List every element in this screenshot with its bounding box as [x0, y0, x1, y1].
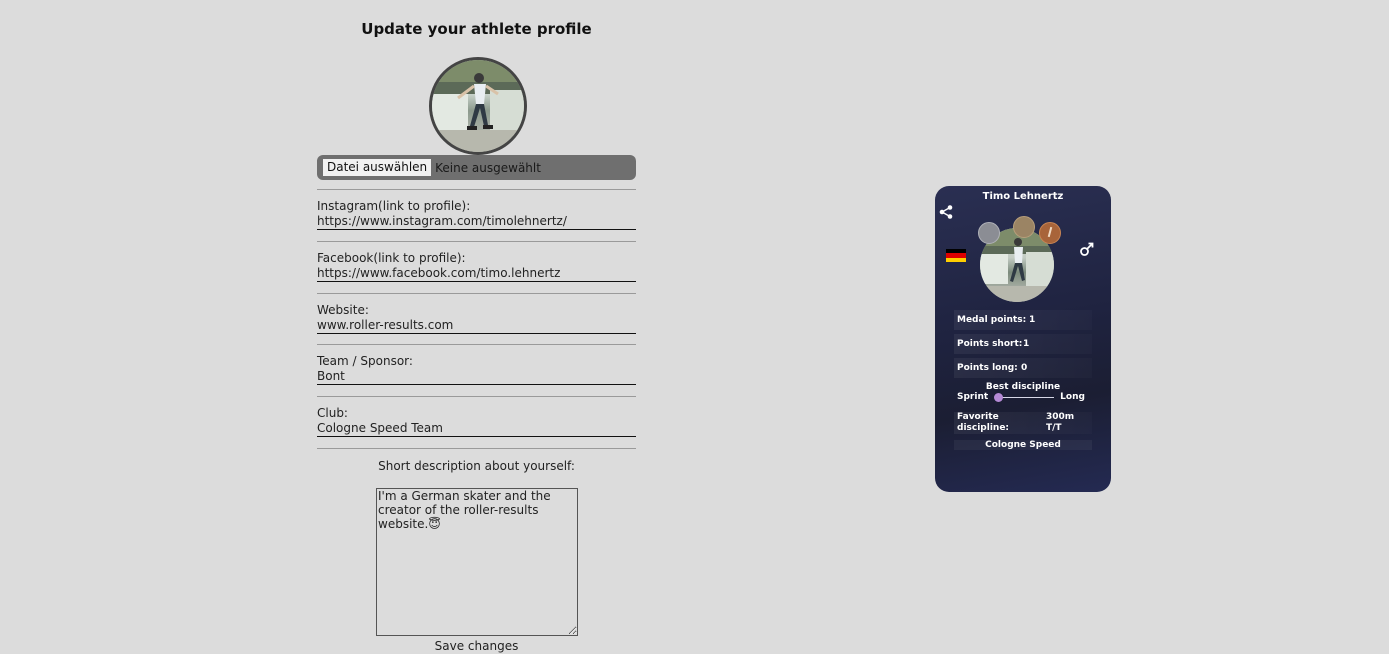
- website-field-group: Website:: [317, 303, 636, 334]
- stat-label: Points long:: [957, 363, 1018, 373]
- slider-thumb: [994, 392, 1004, 402]
- save-changes-button[interactable]: Save changes: [317, 638, 636, 654]
- facebook-field-group: Facebook(link to profile):: [317, 251, 636, 282]
- description-textarea[interactable]: I'm a German skater and the creator of t…: [376, 488, 578, 636]
- sponsor-field-group: Team / Sponsor:: [317, 354, 636, 385]
- favorite-discipline: Favorite discipline: 300m T/T: [954, 412, 1092, 434]
- silver-medal-icon: [978, 222, 1000, 244]
- sponsor-input[interactable]: [317, 368, 636, 385]
- club-input[interactable]: [317, 420, 636, 437]
- slider-track: [994, 392, 1055, 402]
- stat-value: 0: [1021, 363, 1028, 373]
- divider: [317, 293, 636, 294]
- stat-value: 1: [1029, 315, 1036, 325]
- website-label: Website:: [317, 303, 369, 317]
- stat-points-short: Points short: 1: [954, 334, 1092, 354]
- slider-right-label: Long: [1060, 392, 1085, 402]
- skater-photo: [432, 60, 524, 152]
- stat-label: Points short:: [957, 339, 1023, 349]
- gold-medal-icon: [1013, 216, 1035, 238]
- stat-value: 1: [1023, 339, 1030, 349]
- best-discipline-slider: Sprint Long: [954, 392, 1092, 402]
- facebook-input[interactable]: [317, 265, 636, 282]
- athlete-card[interactable]: Timo Lehnertz Medal points: 1 Points sho…: [935, 186, 1111, 492]
- best-discipline-title: Best discipline: [985, 382, 1061, 392]
- club-field-group: Club:: [317, 406, 636, 437]
- favorite-value-line1: 300m: [1046, 412, 1075, 422]
- file-upload: Datei auswählen Keine ausgewählt: [317, 155, 636, 180]
- slider-left-label: Sprint: [957, 392, 989, 402]
- instagram-label: Instagram(link to profile):: [317, 199, 471, 213]
- divider: [317, 396, 636, 397]
- instagram-input[interactable]: [317, 213, 636, 230]
- favorite-label-line1: Favorite: [957, 412, 999, 422]
- favorite-value-line2: T/T: [1046, 423, 1062, 433]
- stat-medal-points: Medal points: 1: [954, 310, 1092, 330]
- club-label: Club:: [317, 406, 348, 420]
- athlete-name: Timo Lehnertz: [982, 191, 1064, 202]
- page-title: Update your athlete profile: [361, 20, 592, 38]
- choose-file-button[interactable]: Datei auswählen: [323, 159, 432, 176]
- divider: [317, 241, 636, 242]
- share-icon[interactable]: [938, 204, 954, 220]
- athlete-stats: Medal points: 1 Points short: 1 Points l…: [954, 310, 1092, 450]
- stat-points-long: Points long: 0: [954, 358, 1092, 378]
- file-status: Keine ausgewählt: [435, 160, 541, 175]
- instagram-field-group: Instagram(link to profile):: [317, 199, 636, 230]
- divider: [317, 344, 636, 345]
- facebook-label: Facebook(link to profile):: [317, 251, 466, 265]
- website-input[interactable]: [317, 317, 636, 334]
- sponsor-label: Team / Sponsor:: [317, 354, 413, 368]
- divider: [317, 448, 636, 449]
- description-label: Short description about yourself:: [378, 459, 575, 473]
- divider: [317, 189, 636, 190]
- bronze-medal-icon: [1039, 222, 1061, 244]
- card-club: Cologne Speed: [954, 440, 1092, 450]
- profile-avatar[interactable]: [429, 57, 527, 155]
- germany-flag-icon: [946, 249, 966, 262]
- favorite-label-line2: discipline:: [957, 423, 1010, 433]
- stat-label: Medal points:: [957, 315, 1027, 325]
- male-icon: [1080, 242, 1094, 256]
